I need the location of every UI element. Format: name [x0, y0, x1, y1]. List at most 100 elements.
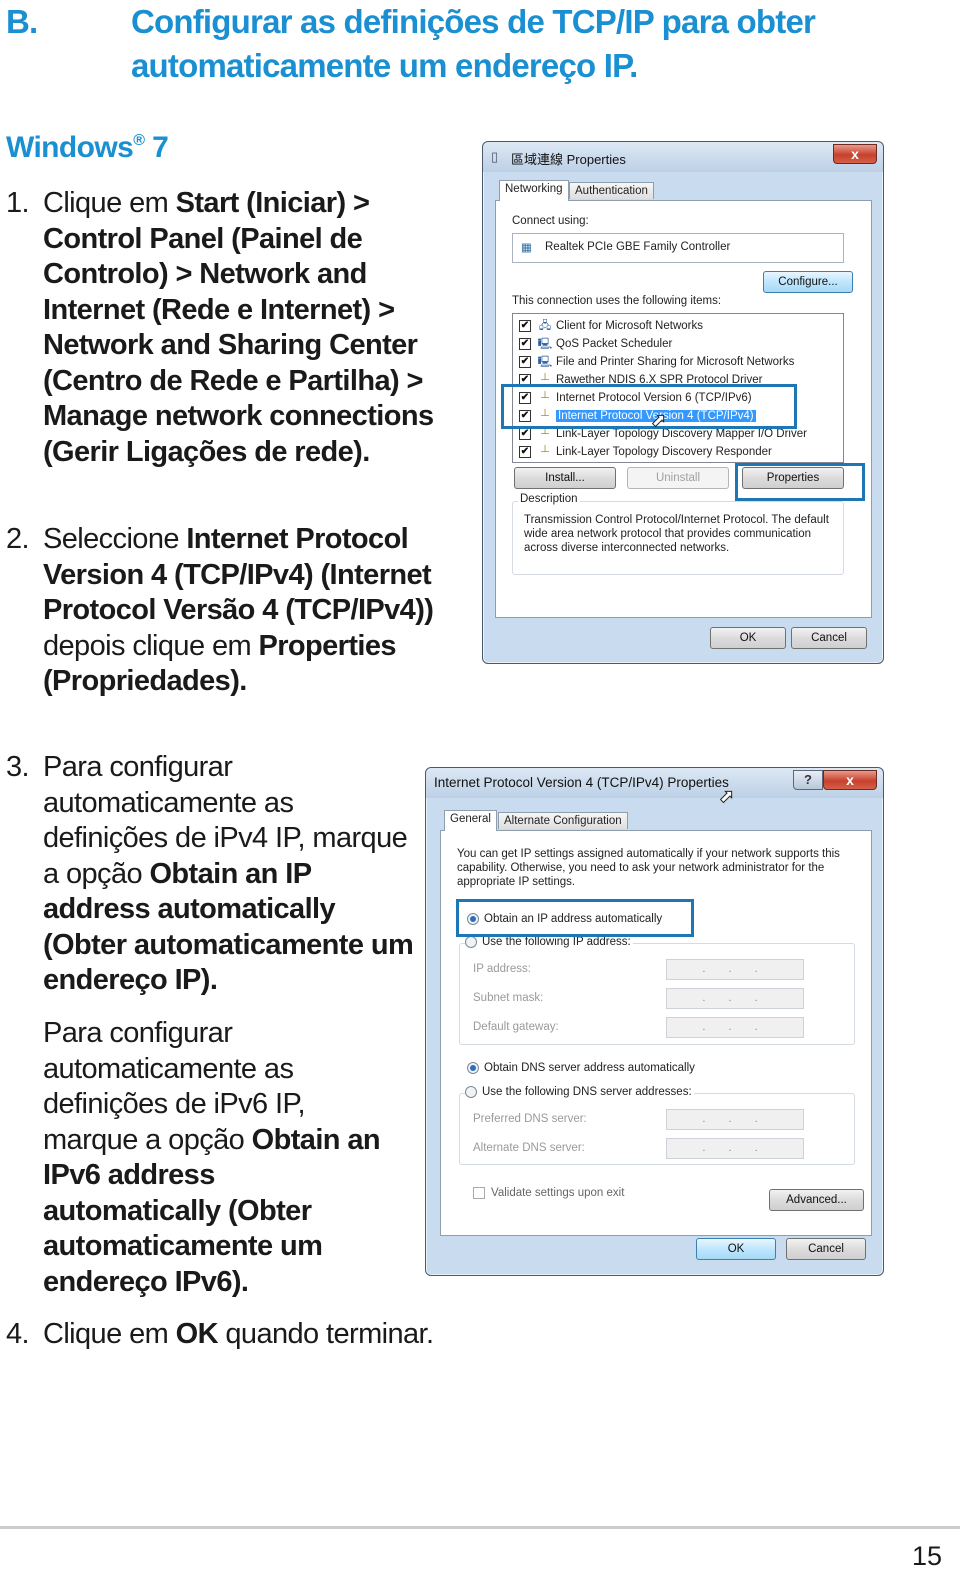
use-following-ip-radio[interactable]: Use the following IP address:	[465, 936, 633, 948]
uninstall-button: Uninstall	[627, 467, 729, 489]
validate-settings-checkbox[interactable]: Validate settings upon exit	[473, 1187, 627, 1199]
list-item[interactable]: ✔ 🖳 QoS Packet Scheduler	[519, 335, 672, 352]
step-text-bold: OK	[175, 1318, 219, 1350]
step-number: 4.	[6, 1318, 30, 1350]
step-4: 4. Clique em OK quando terminar.	[6, 1317, 486, 1353]
connect-using-label: Connect using:	[512, 215, 589, 227]
adapter-name: Realtek PCIe GBE Family Controller	[545, 241, 731, 253]
use-following-dns-radio[interactable]: Use the following DNS server addresses:	[465, 1086, 694, 1098]
configure-button[interactable]: Configure...	[763, 271, 853, 293]
ipv4-properties-dialog: Internet Protocol Version 4 (TCP/IPv4) P…	[425, 767, 884, 1276]
os-name: Windows	[6, 131, 134, 164]
close-button[interactable]: x	[823, 770, 877, 790]
step-text-run: Seleccione	[43, 523, 187, 555]
radio-label: Use the following IP address:	[482, 936, 631, 948]
step-text: Clique em Start (Iniciar) > Control Pane…	[43, 186, 446, 470]
step-3-ipv4: 3. Para configurar automaticamente as def…	[6, 750, 416, 999]
step-text: Para configurar automaticamente as defin…	[43, 750, 416, 999]
subnet-mask-label: Subnet mask:	[473, 992, 544, 1004]
checkbox-checked-icon[interactable]: ✔	[519, 427, 531, 440]
description-text: Transmission Control Protocol/Internet P…	[524, 514, 829, 554]
network-client-icon: 🖧	[538, 319, 552, 332]
radio-unselected-icon	[465, 1086, 477, 1098]
radio-label: Obtain DNS server address automatically	[484, 1062, 695, 1074]
mouse-cursor-icon: ⬈	[718, 786, 735, 807]
obtain-dns-automatically-radio[interactable]: Obtain DNS server address automatically	[467, 1062, 697, 1074]
install-button[interactable]: Install...	[514, 467, 616, 489]
description-label: Description	[518, 493, 580, 505]
protocol-icon: ┴	[541, 445, 549, 458]
step-text: Para configurar automaticamente as defin…	[43, 1016, 386, 1300]
step-1: 1. Clique em Start (Iniciar) > Control Pa…	[6, 186, 446, 470]
list-item[interactable]: ✔ ┴ Link-Layer Topology Discovery Responde…	[519, 443, 772, 460]
step-3-ipv6: Para configurar automaticamente as defin…	[6, 1016, 386, 1300]
preferred-dns-field: . . .	[666, 1109, 804, 1130]
radio-unselected-icon	[465, 936, 477, 948]
radio-label: Use the following DNS server addresses:	[482, 1086, 692, 1098]
cancel-button[interactable]: Cancel	[791, 627, 867, 649]
tab-networking[interactable]: Networking	[499, 180, 569, 201]
default-gateway-label: Default gateway:	[473, 1021, 559, 1033]
help-button[interactable]: ?	[793, 770, 823, 790]
checkbox-checked-icon[interactable]: ✔	[519, 445, 531, 458]
list-item[interactable]: ✔ 🖳 File and Printer Sharing for Microsoft…	[519, 353, 794, 370]
step-number: 3.	[6, 751, 30, 783]
ok-button[interactable]: OK	[696, 1238, 776, 1260]
step-text-bold: Start (Iniciar) > Control Panel (Painel …	[43, 187, 434, 468]
ip-address-field: . . .	[666, 959, 804, 980]
mouse-cursor-icon: ⬈	[650, 410, 667, 431]
checkbox-checked-icon[interactable]: ✔	[519, 319, 531, 332]
preferred-dns-label: Preferred DNS server:	[473, 1113, 587, 1125]
step-text-run: quando terminar.	[217, 1318, 434, 1350]
step-number: 1.	[6, 187, 30, 219]
step-text-run: depois clique em	[43, 629, 259, 662]
adapter-box: ▦ Realtek PCIe GBE Family Controller	[512, 233, 844, 263]
registered-mark: ®	[133, 132, 145, 149]
ok-button[interactable]: OK	[710, 627, 786, 649]
checkbox-checked-icon[interactable]: ✔	[519, 355, 531, 368]
radio-selected-icon	[467, 1062, 479, 1074]
close-button[interactable]: x	[833, 144, 877, 164]
general-panel: You can get IP settings assigned automat…	[440, 830, 872, 1236]
ipv-items-highlight	[501, 384, 797, 429]
step-2: 2. Seleccione Internet Protocol Version 4…	[6, 522, 446, 700]
page-number: 15	[911, 1541, 942, 1571]
list-item[interactable]: ✔ 🖧 Client for Microsoft Networks	[519, 317, 703, 334]
step-number: 2.	[6, 523, 30, 555]
subnet-mask-field: . . .	[666, 988, 804, 1009]
list-item-label: File and Printer Sharing for Microsoft N…	[556, 355, 795, 368]
dialog-title: Internet Protocol Version 4 (TCP/IPv4) P…	[434, 775, 729, 790]
os-subheading: Windows® 7	[6, 131, 169, 165]
section-title: Configurar as definições de TCP/IP para …	[131, 3, 816, 84]
step-text: Seleccione Internet Protocol Version 4 (…	[43, 522, 446, 700]
checkbox-label: Validate settings upon exit	[491, 1187, 625, 1199]
alternate-dns-field: . . .	[666, 1138, 804, 1159]
step-text-run: Clique em	[43, 187, 176, 219]
help-icon: ?	[804, 772, 812, 787]
list-item-label: Link-Layer Topology Discovery Responder	[556, 445, 772, 458]
close-icon: x	[851, 146, 859, 162]
close-icon: x	[846, 772, 854, 788]
computer-icon: 🖳	[537, 337, 553, 350]
intro-text: You can get IP settings assigned automat…	[457, 848, 840, 888]
dialog-title: 區域連線 Properties	[511, 152, 626, 167]
advanced-button[interactable]: Advanced...	[769, 1189, 864, 1211]
default-gateway-field: . . .	[666, 1017, 804, 1038]
cancel-button[interactable]: Cancel	[786, 1238, 866, 1260]
computer-icon: 🖳	[537, 355, 553, 368]
network-adapter-icon: ▯	[491, 149, 499, 164]
network-card-icon: ▦	[521, 242, 532, 254]
os-version: 7	[152, 131, 169, 164]
tab-authentication[interactable]: Authentication	[569, 182, 654, 199]
list-item-label: QoS Packet Scheduler	[556, 337, 673, 350]
checkbox-checked-icon[interactable]: ✔	[519, 337, 531, 350]
tab-general[interactable]: General	[444, 810, 497, 831]
section-letter: B.	[6, 3, 38, 40]
obtain-ip-highlight	[456, 899, 694, 937]
items-label: This connection uses the following items…	[512, 295, 722, 307]
properties-button-highlight	[735, 463, 865, 501]
list-item-label: Link-Layer Topology Discovery Mapper I/O…	[556, 427, 807, 440]
tab-alternate-configuration[interactable]: Alternate Configuration	[498, 812, 628, 829]
list-item-label: Client for Microsoft Networks	[556, 319, 703, 332]
footer-divider	[0, 1526, 960, 1529]
